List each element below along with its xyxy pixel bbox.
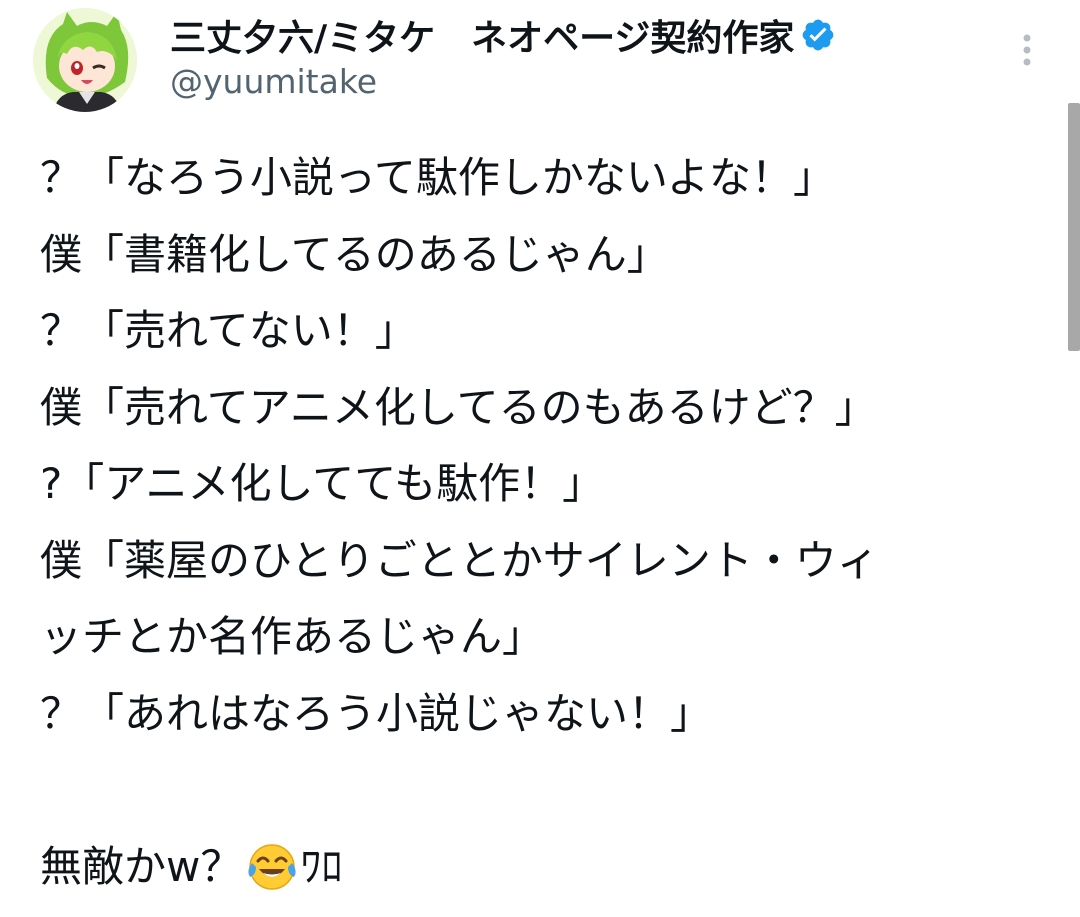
tweet-line: 僕「売れてアニメ化してるのもあるけど？」 <box>40 382 877 432</box>
tweet-line: ？「あれはなろう小説じゃない！」 <box>40 688 713 738</box>
tweet-line: ッチとか名作あるじゃん」 <box>40 612 545 661</box>
more-vertical-icon <box>1023 34 1031 66</box>
verified-badge-icon <box>800 17 836 53</box>
tweet-final-suffix: ﾜﾛ <box>300 841 343 891</box>
tweet-line: 僕「書籍化してるのあるじゃん」 <box>40 229 669 279</box>
tweet-line: 僕「薬屋のひとりごととかサイレント・ウィ <box>40 535 879 585</box>
tweet-text: ？「なろう小説って駄作しかないよな！」 僕「書籍化してるのあるじゃん」 ？「売れ… <box>40 140 1060 905</box>
tweet-final-line: 無敵かw？ ﾜﾛ <box>40 829 1060 906</box>
display-name[interactable]: 三丈夕六/ミタケ ネオページ契約作家 <box>170 9 794 61</box>
avatar-image <box>33 8 137 112</box>
tweet-line: ？「売れてない！」 <box>40 306 417 355</box>
tweet-line: ？「なろう小説って駄作しかないよな！」 <box>40 153 836 202</box>
scrollbar-thumb[interactable] <box>1068 103 1080 351</box>
tweet-header: 三丈夕六/ミタケ ネオページ契約作家 @yuumitake <box>0 0 1080 130</box>
tweet-final-text: 無敵かw？ <box>40 841 243 891</box>
tweet-line: ?「アニメ化してても駄作！」 <box>40 459 605 508</box>
more-options-button[interactable] <box>1010 26 1044 76</box>
avatar[interactable] <box>33 8 137 112</box>
display-name-row[interactable]: 三丈夕六/ミタケ ネオページ契約作家 <box>170 10 836 60</box>
tears-of-joy-emoji-icon <box>246 841 298 893</box>
user-handle[interactable]: @yuumitake <box>170 62 377 101</box>
